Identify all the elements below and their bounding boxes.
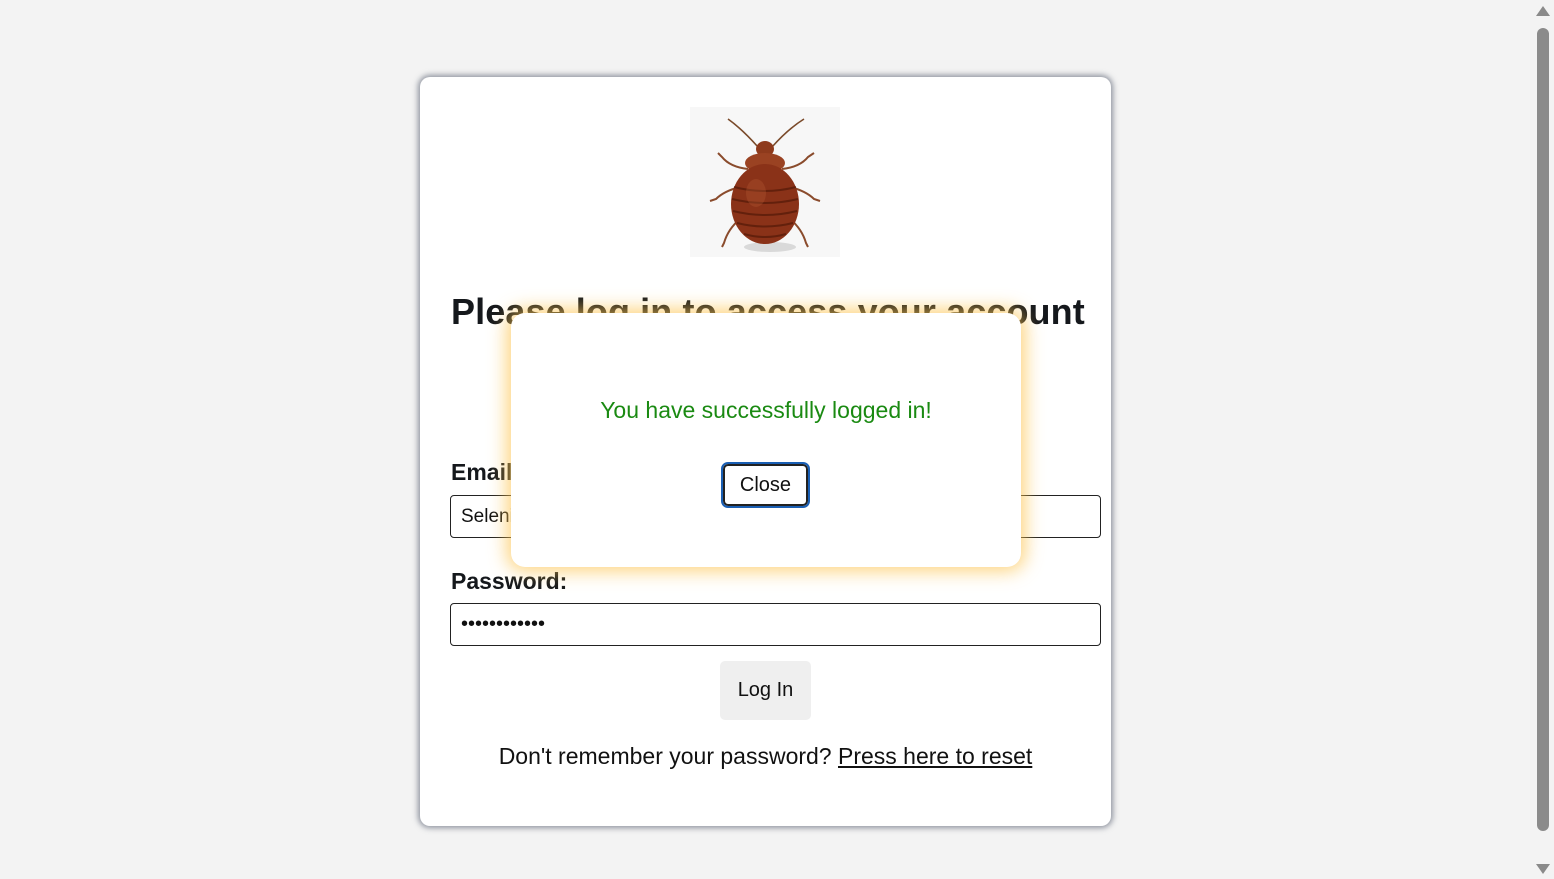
scroll-up-icon[interactable] xyxy=(1536,6,1550,16)
password-field[interactable] xyxy=(450,603,1101,646)
reset-row: Don't remember your password? Press here… xyxy=(420,743,1111,770)
close-button[interactable]: Close xyxy=(721,462,810,508)
vertical-scrollbar[interactable] xyxy=(1531,0,1554,879)
login-button[interactable]: Log In xyxy=(720,661,811,720)
page: Please log in to access your account Ema… xyxy=(0,0,1554,879)
email-label: Email: xyxy=(451,459,521,485)
reset-password-link[interactable]: Press here to reset xyxy=(838,743,1032,769)
password-label: Password: xyxy=(451,568,568,594)
scrollbar-thumb[interactable] xyxy=(1537,28,1549,831)
bedbug-icon xyxy=(690,107,840,257)
scroll-down-icon[interactable] xyxy=(1536,864,1550,874)
success-message: You have successfully logged in! xyxy=(600,397,932,423)
reset-prompt: Don't remember your password? xyxy=(498,743,832,769)
success-modal: You have successfully logged in! Close xyxy=(511,313,1021,567)
